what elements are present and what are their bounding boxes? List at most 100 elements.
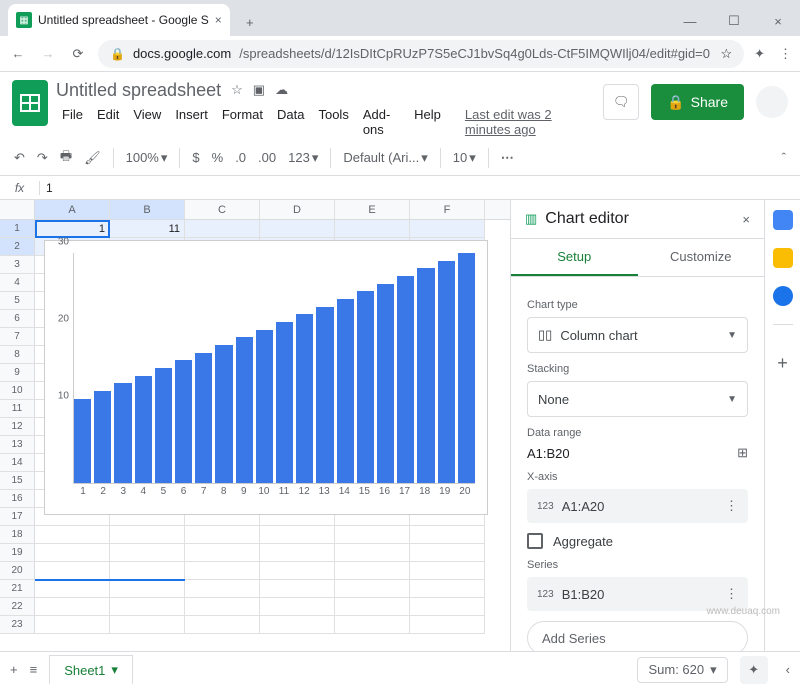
menu-tools[interactable]: Tools xyxy=(312,104,354,140)
maximize-icon[interactable]: ☐ xyxy=(712,6,756,36)
decimal-dec-icon[interactable]: .0 xyxy=(231,146,250,169)
cell[interactable] xyxy=(35,526,110,544)
row-header[interactable]: 3 xyxy=(0,256,35,274)
row-header[interactable]: 16 xyxy=(0,490,35,508)
cell[interactable] xyxy=(185,220,260,238)
tab-setup[interactable]: Setup xyxy=(511,239,638,276)
row-header[interactable]: 4 xyxy=(0,274,35,292)
move-icon[interactable]: ▣ xyxy=(253,82,265,98)
col-header-f[interactable]: F xyxy=(410,200,485,219)
add-sheet-icon[interactable]: + xyxy=(10,662,18,677)
reload-icon[interactable]: ⟳ xyxy=(68,46,88,62)
menu-addons[interactable]: Add-ons xyxy=(357,104,406,140)
row-header[interactable]: 20 xyxy=(0,562,35,580)
col-header-e[interactable]: E xyxy=(335,200,410,219)
sheet-tab[interactable]: Sheet1 ▾ xyxy=(49,655,133,684)
row-header[interactable]: 11 xyxy=(0,400,35,418)
undo-icon[interactable]: ↶ xyxy=(10,146,29,170)
spreadsheet-grid[interactable]: A B C D E F 1111221234567891011121314151… xyxy=(0,200,510,651)
star-doc-icon[interactable]: ☆ xyxy=(231,82,243,98)
zoom-select[interactable]: 100% ▾ xyxy=(122,146,172,170)
row-header[interactable]: 19 xyxy=(0,544,35,562)
row-header[interactable]: 9 xyxy=(0,364,35,382)
minimize-icon[interactable]: — xyxy=(668,6,712,36)
collapse-toolbar-icon[interactable]: ˆ xyxy=(778,146,790,169)
row-header[interactable]: 22 xyxy=(0,598,35,616)
data-range-value[interactable]: A1:B20 xyxy=(527,446,729,461)
row-header[interactable]: 12 xyxy=(0,418,35,436)
cell[interactable] xyxy=(260,616,335,634)
font-select[interactable]: Default (Ari... ▾ xyxy=(339,146,431,170)
cell[interactable] xyxy=(260,562,335,580)
menu-edit[interactable]: Edit xyxy=(91,104,125,140)
cell[interactable] xyxy=(185,580,260,598)
row-header[interactable]: 17 xyxy=(0,508,35,526)
cell[interactable] xyxy=(260,220,335,238)
cell[interactable] xyxy=(410,544,485,562)
browser-menu-icon[interactable]: ⋮ xyxy=(779,46,792,62)
cell[interactable] xyxy=(410,220,485,238)
xaxis-chip[interactable]: 123 A1:A20 ⋮ xyxy=(527,489,748,523)
calendar-icon[interactable] xyxy=(773,210,793,230)
cell[interactable] xyxy=(35,616,110,634)
cell[interactable] xyxy=(410,616,485,634)
cell[interactable] xyxy=(185,616,260,634)
row-header[interactable]: 1 xyxy=(0,220,35,238)
cell[interactable]: 11 xyxy=(110,220,185,238)
cloud-status-icon[interactable]: ☁ xyxy=(275,82,288,98)
cell[interactable] xyxy=(335,544,410,562)
sheet-menu-icon[interactable]: ▾ xyxy=(111,662,118,678)
row-header[interactable]: 6 xyxy=(0,310,35,328)
cell[interactable] xyxy=(185,598,260,616)
tab-customize[interactable]: Customize xyxy=(638,239,765,276)
cell[interactable] xyxy=(110,526,185,544)
account-avatar[interactable] xyxy=(756,86,788,118)
menu-view[interactable]: View xyxy=(127,104,167,140)
col-header-d[interactable]: D xyxy=(260,200,335,219)
decimal-inc-icon[interactable]: .00 xyxy=(254,146,280,169)
series-menu-icon[interactable]: ⋮ xyxy=(725,586,738,602)
cell[interactable] xyxy=(335,526,410,544)
add-addon-icon[interactable]: + xyxy=(777,353,788,374)
col-header-b[interactable]: B xyxy=(110,200,185,219)
cell[interactable] xyxy=(35,598,110,616)
cell[interactable] xyxy=(410,526,485,544)
cell[interactable] xyxy=(110,616,185,634)
cell[interactable] xyxy=(260,526,335,544)
keep-icon[interactable] xyxy=(773,248,793,268)
redo-icon[interactable]: ↷ xyxy=(33,146,52,170)
quick-sum[interactable]: Sum: 620 ▾ xyxy=(637,657,727,683)
share-button[interactable]: 🔒 Share xyxy=(651,84,744,120)
cell[interactable] xyxy=(410,598,485,616)
cell[interactable] xyxy=(335,220,410,238)
row-header[interactable]: 8 xyxy=(0,346,35,364)
cell[interactable] xyxy=(260,598,335,616)
currency-icon[interactable]: $ xyxy=(188,146,203,169)
col-header-c[interactable]: C xyxy=(185,200,260,219)
cell[interactable] xyxy=(260,544,335,562)
row-header[interactable]: 14 xyxy=(0,454,35,472)
cell[interactable] xyxy=(110,598,185,616)
cell[interactable] xyxy=(110,580,185,598)
close-editor-icon[interactable]: × xyxy=(742,212,750,227)
cell[interactable] xyxy=(35,544,110,562)
cell[interactable] xyxy=(110,544,185,562)
menu-data[interactable]: Data xyxy=(271,104,310,140)
row-header[interactable]: 10 xyxy=(0,382,35,400)
aggregate-checkbox[interactable]: Aggregate xyxy=(527,533,748,549)
menu-help[interactable]: Help xyxy=(408,104,447,140)
menu-insert[interactable]: Insert xyxy=(169,104,214,140)
cell[interactable] xyxy=(260,580,335,598)
sheets-logo-icon[interactable] xyxy=(12,80,48,126)
select-range-icon[interactable]: ⊞ xyxy=(737,445,748,461)
row-header[interactable]: 13 xyxy=(0,436,35,454)
percent-icon[interactable]: % xyxy=(208,146,228,169)
select-all-corner[interactable] xyxy=(0,200,35,219)
toolbar-more-icon[interactable]: ⋯ xyxy=(497,146,520,170)
embedded-chart[interactable]: 102030 1234567891011121314151617181920 xyxy=(44,240,488,515)
back-icon[interactable]: ← xyxy=(8,46,28,61)
browser-tab[interactable]: ▦ Untitled spreadsheet - Google S × xyxy=(8,4,230,36)
row-header[interactable]: 23 xyxy=(0,616,35,634)
all-sheets-icon[interactable]: ≡ xyxy=(30,662,38,677)
cell[interactable]: 1 xyxy=(35,220,110,238)
